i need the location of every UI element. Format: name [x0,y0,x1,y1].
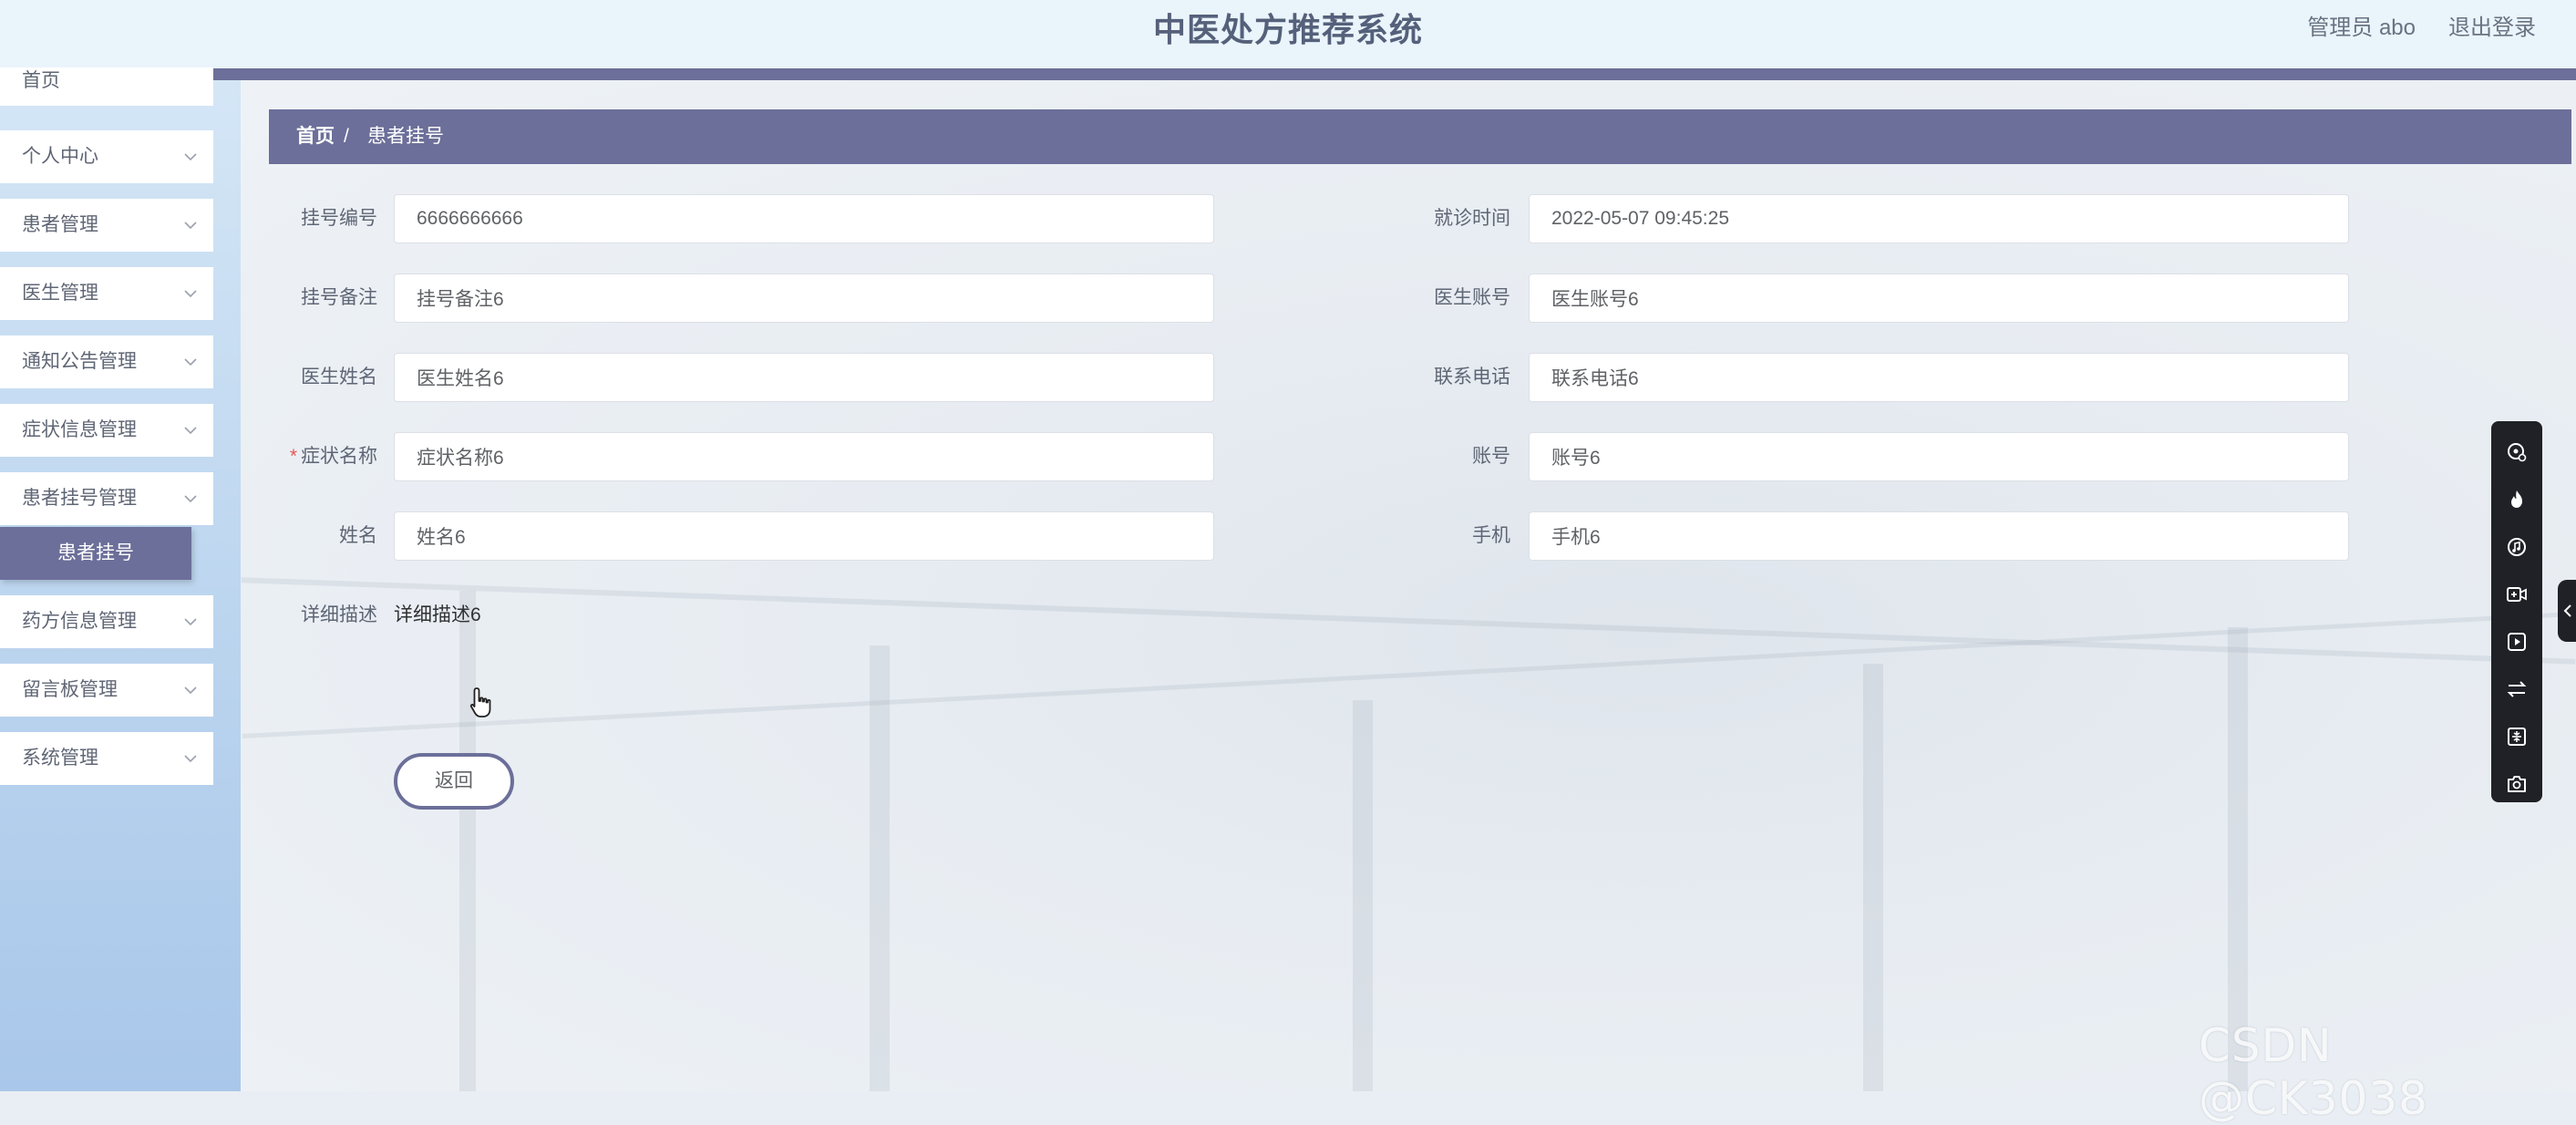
symptom-input[interactable] [394,432,1214,481]
breadcrumb: 首页 / 患者挂号 [269,109,2571,164]
chevron-down-icon [184,664,197,717]
back-button[interactable]: 返回 [394,753,514,810]
name-input[interactable] [394,511,1214,561]
hand-cursor-icon [469,687,491,717]
main-content: 首页 / 患者挂号 挂号编号 挂号备注 医生姓名 *症状名称 姓名 详细描述 详… [241,80,2576,1091]
chevron-down-icon [184,130,197,183]
required-marker: * [289,446,297,467]
sidebar-item-message-board-mgmt[interactable]: 留言板管理 [0,664,213,717]
camera-icon[interactable] [2491,760,2542,808]
video-play-icon[interactable] [2491,618,2542,666]
background-decoration [459,591,476,1091]
symptom-label-text: 症状名称 [301,446,377,467]
doctor-name-label: 医生姓名 [301,366,377,387]
mobile-input[interactable] [1529,511,2349,561]
sidebar-item-label: 患者挂号管理 [22,488,137,509]
reg-no-input[interactable] [394,194,1214,243]
chevron-down-icon [184,199,197,252]
chevron-down-icon [184,404,197,457]
sidebar-item-symptom-mgmt[interactable]: 症状信息管理 [0,404,213,457]
background-decoration [241,577,2576,665]
sidebar-item-label: 症状信息管理 [22,419,137,440]
swap-icon[interactable] [2491,666,2542,713]
doctor-account-input[interactable] [1529,274,2349,323]
chevron-down-icon [184,335,197,388]
collapse-panel-tab[interactable] [2558,580,2576,642]
visit-time-label: 就诊时间 [1434,208,1510,229]
reg-note-label: 挂号备注 [301,287,377,308]
video-add-icon[interactable] [2491,571,2542,618]
account-input[interactable] [1529,432,2349,481]
sidebar-item-home[interactable]: 首页 [0,67,213,106]
symptom-label: * 症状名称 [241,432,377,481]
sidebar-item-label: 首页 [22,70,60,91]
doctor-name-input[interactable] [394,353,1214,402]
sidebar-item-label: 患者管理 [22,214,98,235]
sidebar-item-label: 通知公告管理 [22,351,137,372]
doctor-account-label: 医生账号 [1434,287,1510,308]
chevron-down-icon [184,267,197,320]
sidebar: 首页 个人中心 患者管理 医生管理 通知公告管理 症状信息管理 患者挂号管理 患… [0,67,241,1091]
sidebar-item-label: 药方信息管理 [22,611,137,632]
sidebar-item-label: 个人中心 [22,146,98,167]
watermark: CSDN @CK3038 [2199,1019,2428,1125]
visit-time-input[interactable] [1529,194,2349,243]
sidebar-item-personal-center[interactable]: 个人中心 [0,130,213,183]
chevron-left-icon [2563,604,2571,617]
chevron-down-icon [184,595,197,648]
chevron-down-icon [184,732,197,785]
current-user-label: 管理员 abo [2307,15,2416,40]
sidebar-item-system-mgmt[interactable]: 系统管理 [0,732,213,785]
mobile-label: 手机 [1472,525,1510,546]
phone-label: 联系电话 [1434,366,1510,387]
background-decoration [870,645,890,1091]
sidebar-item-prescription-mgmt[interactable]: 药方信息管理 [0,595,213,648]
sidebar-item-patient-mgmt[interactable]: 患者管理 [0,199,213,252]
sidebar-item-label: 系统管理 [22,748,98,769]
screen-record-icon[interactable] [2491,428,2542,476]
sidebar-item-label: 医生管理 [22,283,98,304]
description-label: 详细描述 [301,604,377,625]
background-decoration [1353,700,1373,1091]
app-title: 中医处方推荐系统 [1152,11,1423,48]
description-value: 详细描述6 [394,604,481,625]
top-header: 中医处方推荐系统 管理员 abo 退出登录 [0,0,2576,68]
header-accent-stripe [0,68,2576,80]
reg-no-label: 挂号编号 [301,208,377,229]
breadcrumb-current: 患者挂号 [367,126,444,147]
compress-icon[interactable] [2491,713,2542,760]
sidebar-item-doctor-mgmt[interactable]: 医生管理 [0,267,213,320]
reg-note-input[interactable] [394,274,1214,323]
breadcrumb-separator: / [344,126,349,147]
logout-link[interactable]: 退出登录 [2448,0,2536,57]
sidebar-item-notice-mgmt[interactable]: 通知公告管理 [0,335,213,388]
background-decoration [242,611,2575,739]
background-decoration [1863,664,1883,1091]
name-label: 姓名 [339,525,377,546]
breadcrumb-home[interactable]: 首页 [296,109,335,164]
account-label: 账号 [1472,446,1510,467]
fire-icon[interactable] [2491,476,2542,523]
sidebar-subitem-registration[interactable]: 患者挂号 [0,527,191,580]
phone-input[interactable] [1529,353,2349,402]
chevron-down-icon [184,472,197,525]
music-icon[interactable] [2491,523,2542,571]
floating-toolbar [2491,421,2542,802]
sidebar-item-label: 留言板管理 [22,679,118,700]
sidebar-item-registration-mgmt[interactable]: 患者挂号管理 [0,472,213,525]
